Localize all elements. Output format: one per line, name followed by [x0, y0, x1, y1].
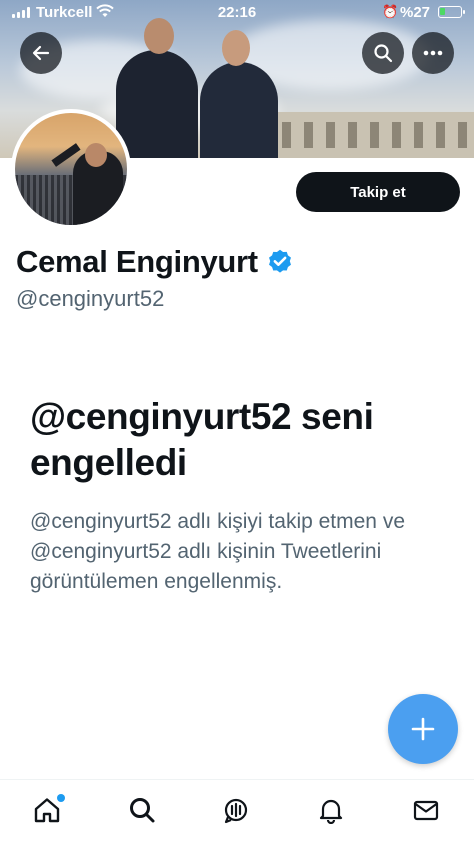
handle: @cenginyurt52: [16, 286, 165, 311]
battery-charging-icon: [438, 6, 465, 18]
verified-badge-icon[interactable]: [266, 248, 294, 276]
tab-spaces[interactable]: [220, 794, 252, 826]
avatar[interactable]: [11, 109, 131, 229]
compose-button[interactable]: [388, 694, 458, 764]
alarm-icon: ⏰: [382, 4, 399, 19]
blocked-title: @cenginyurt52 seni engelledi: [30, 396, 374, 483]
back-arrow-icon: [32, 45, 50, 61]
follow-button[interactable]: Takip et: [296, 172, 460, 212]
tab-bar: [0, 779, 474, 842]
more-button[interactable]: [412, 32, 454, 74]
search-button[interactable]: [362, 32, 404, 74]
tab-home[interactable]: [31, 794, 65, 826]
tab-notifications[interactable]: [315, 794, 347, 826]
name-row: Cemal Enginyurt: [16, 244, 294, 280]
notifications-icon: [319, 799, 343, 824]
tab-search[interactable]: [126, 794, 158, 826]
more-icon: [423, 50, 443, 56]
display-name: Cemal Enginyurt: [16, 244, 258, 279]
search-icon: [374, 44, 393, 63]
blocked-description: @cenginyurt52 adlı kişiyi takip etmen ve…: [30, 510, 405, 593]
spaces-icon: [224, 798, 248, 824]
back-button[interactable]: [20, 32, 62, 74]
notification-dot: [57, 794, 65, 802]
messages-icon: [413, 800, 439, 821]
status-bar: Turkcell 22:16 ⏰ %27: [0, 0, 474, 26]
tab-messages[interactable]: [410, 794, 442, 826]
search-icon: [130, 798, 155, 823]
battery-percent: %27: [400, 4, 431, 21]
plus-icon: [411, 717, 435, 741]
